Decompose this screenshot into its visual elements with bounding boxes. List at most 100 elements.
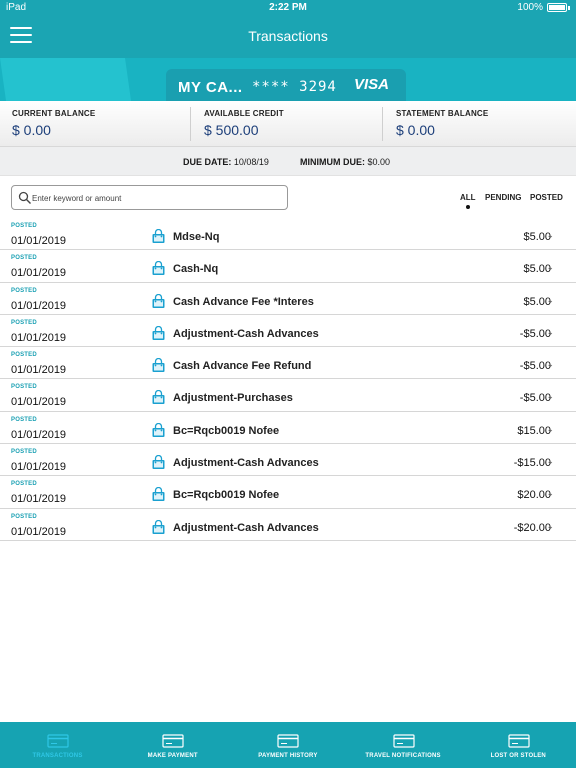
minimum-due: MINIMUM DUE: $0.00 xyxy=(300,157,391,167)
card-icon xyxy=(162,734,184,748)
due-bar: DUE DATE: 10/08/19 MINIMUM DUE: $0.00 xyxy=(0,147,576,176)
transaction-amount: -$20.00 xyxy=(513,521,551,534)
card-icon xyxy=(47,734,69,748)
balance-summary: CURRENT BALANCE $ 0.00 AVAILABLE CREDIT … xyxy=(0,101,576,147)
page-title: Transactions xyxy=(248,28,328,44)
status-right: 100% xyxy=(517,2,570,13)
statement-balance: STATEMENT BALANCE $ 0.00 xyxy=(396,109,489,138)
available-credit: AVAILABLE CREDIT $ 500.00 xyxy=(204,109,284,138)
transaction-date: 01/01/2019 xyxy=(11,364,67,377)
battery-icon xyxy=(547,3,567,12)
transaction-description: Bc=Rqcb0019 Nofee xyxy=(173,424,280,437)
transaction-date: 01/01/2019 xyxy=(11,525,67,538)
card-banner[interactable]: MY CA... **** 3294 VISA xyxy=(0,58,576,101)
transaction-description: Cash-Nq xyxy=(173,263,219,276)
search-box[interactable] xyxy=(11,185,288,210)
selected-filter-indicator xyxy=(466,205,470,209)
chevron-down-icon: ⌄ xyxy=(546,230,554,240)
transaction-date: 01/01/2019 xyxy=(11,299,67,312)
transaction-description: Adjustment-Purchases xyxy=(173,392,293,405)
shopping-bag-icon xyxy=(152,519,165,534)
shopping-bag-icon xyxy=(152,229,165,243)
tab-label: LOST OR STOLEN xyxy=(490,753,546,759)
transaction-status: POSTED xyxy=(11,255,37,262)
card-brand-logo: VISA xyxy=(354,76,390,93)
transaction-date: 01/01/2019 xyxy=(11,428,67,441)
transaction-row[interactable]: POSTED 01/01/2019 Mdse-Nq $5.00 ⌄ xyxy=(0,218,576,251)
transaction-row[interactable]: POSTED 01/01/2019 Adjustment-Cash Advanc… xyxy=(0,444,576,477)
chevron-down-icon: ⌄ xyxy=(546,359,554,370)
shopping-bag-icon xyxy=(152,390,165,405)
filter-posted[interactable]: POSTED xyxy=(530,193,563,202)
chevron-down-icon: ⌄ xyxy=(546,488,554,499)
tab-lost-or-stolen[interactable]: LOST OR STOLEN xyxy=(461,722,576,768)
transaction-date: 01/01/2019 xyxy=(11,235,67,247)
chevron-down-icon: ⌄ xyxy=(546,294,554,305)
transaction-status: POSTED xyxy=(11,416,37,423)
transaction-description: Mdse-Nq xyxy=(173,231,220,243)
current-balance: CURRENT BALANCE $ 0.00 xyxy=(12,109,96,138)
filter-pending[interactable]: PENDING xyxy=(485,193,521,202)
search-input[interactable] xyxy=(32,189,282,207)
transaction-status: POSTED xyxy=(11,319,37,326)
transaction-row[interactable]: POSTED 01/01/2019 Bc=Rqcb0019 Nofee $15.… xyxy=(0,412,576,445)
chevron-down-icon: ⌄ xyxy=(546,262,554,273)
transaction-row[interactable]: POSTED 01/01/2019 Cash Advance Fee Refun… xyxy=(0,347,576,380)
status-time: 2:22 PM xyxy=(269,2,307,13)
transaction-status: POSTED xyxy=(11,223,37,229)
transaction-description: Adjustment-Cash Advances xyxy=(173,521,319,534)
card-icon xyxy=(508,734,530,748)
transaction-row[interactable]: POSTED 01/01/2019 Adjustment-Purchases -… xyxy=(0,379,576,412)
shopping-bag-icon xyxy=(152,487,165,502)
chevron-down-icon: ⌄ xyxy=(546,520,554,531)
chevron-down-icon: ⌄ xyxy=(546,391,554,402)
chevron-down-icon: ⌄ xyxy=(546,326,554,337)
transaction-date: 01/01/2019 xyxy=(11,461,67,474)
transaction-amount: -$15.00 xyxy=(513,457,551,470)
transaction-description: Cash Advance Fee Refund xyxy=(173,360,312,373)
transaction-date: 01/01/2019 xyxy=(11,267,67,280)
tab-label: PAYMENT HISTORY xyxy=(258,753,318,759)
due-date: DUE DATE: 10/08/19 xyxy=(183,157,269,167)
filter-all[interactable]: ALL xyxy=(460,193,476,202)
tab-make-payment[interactable]: MAKE PAYMENT xyxy=(115,722,230,768)
transaction-description: Cash Advance Fee *Interes xyxy=(173,295,314,308)
calendar-icon xyxy=(277,734,299,748)
shopping-bag-icon xyxy=(152,261,165,276)
shopping-bag-icon xyxy=(152,293,165,308)
transaction-date: 01/01/2019 xyxy=(11,331,67,344)
transaction-row[interactable]: POSTED 01/01/2019 Adjustment-Cash Advanc… xyxy=(0,509,576,541)
transaction-date: 01/01/2019 xyxy=(11,493,67,506)
transaction-row[interactable]: POSTED 01/01/2019 Adjustment-Cash Advanc… xyxy=(0,315,576,348)
tab-payment-history[interactable]: PAYMENT HISTORY xyxy=(230,722,345,768)
tab-bar: TRANSACTIONS MAKE PAYMENT PAYMENT HISTOR… xyxy=(0,722,576,768)
battery-percent: 100% xyxy=(517,2,543,13)
status-bar: iPad 2:22 PM 100% xyxy=(0,0,576,16)
card-name: MY CA... xyxy=(178,79,243,96)
transaction-description: Adjustment-Cash Advances xyxy=(173,327,319,340)
transaction-description: Adjustment-Cash Advances xyxy=(173,457,319,470)
transaction-date: 01/01/2019 xyxy=(11,396,67,409)
transaction-list: POSTED 01/01/2019 Mdse-Nq $5.00 ⌄ POSTED… xyxy=(0,218,576,541)
tab-label: TRAVEL NOTIFICATIONS xyxy=(365,753,441,759)
transaction-status: POSTED xyxy=(11,287,37,294)
tab-travel-notifications[interactable]: TRAVEL NOTIFICATIONS xyxy=(346,722,461,768)
tab-label: TRANSACTIONS xyxy=(32,753,83,759)
airplane-card-icon xyxy=(392,734,415,748)
shopping-bag-icon xyxy=(152,358,165,373)
transaction-status: POSTED xyxy=(11,384,37,391)
shopping-bag-icon xyxy=(152,455,165,470)
transaction-row[interactable]: POSTED 01/01/2019 Cash-Nq $5.00 ⌄ xyxy=(0,250,576,283)
transaction-row[interactable]: POSTED 01/01/2019 Cash Advance Fee *Inte… xyxy=(0,283,576,315)
search-icon xyxy=(18,191,31,204)
tab-label: MAKE PAYMENT xyxy=(147,753,198,759)
transaction-status: POSTED xyxy=(11,449,37,456)
nav-bar: Transactions xyxy=(0,16,576,58)
transaction-description: Bc=Rqcb0019 Nofee xyxy=(173,489,280,502)
transaction-status: POSTED xyxy=(11,352,37,359)
tab-transactions[interactable]: TRANSACTIONS xyxy=(0,722,115,768)
transaction-row[interactable]: POSTED 01/01/2019 Bc=Rqcb0019 Nofee $20.… xyxy=(0,476,576,509)
transaction-status: POSTED xyxy=(11,481,37,488)
transaction-status: POSTED xyxy=(11,513,37,520)
shopping-bag-icon xyxy=(152,422,165,437)
